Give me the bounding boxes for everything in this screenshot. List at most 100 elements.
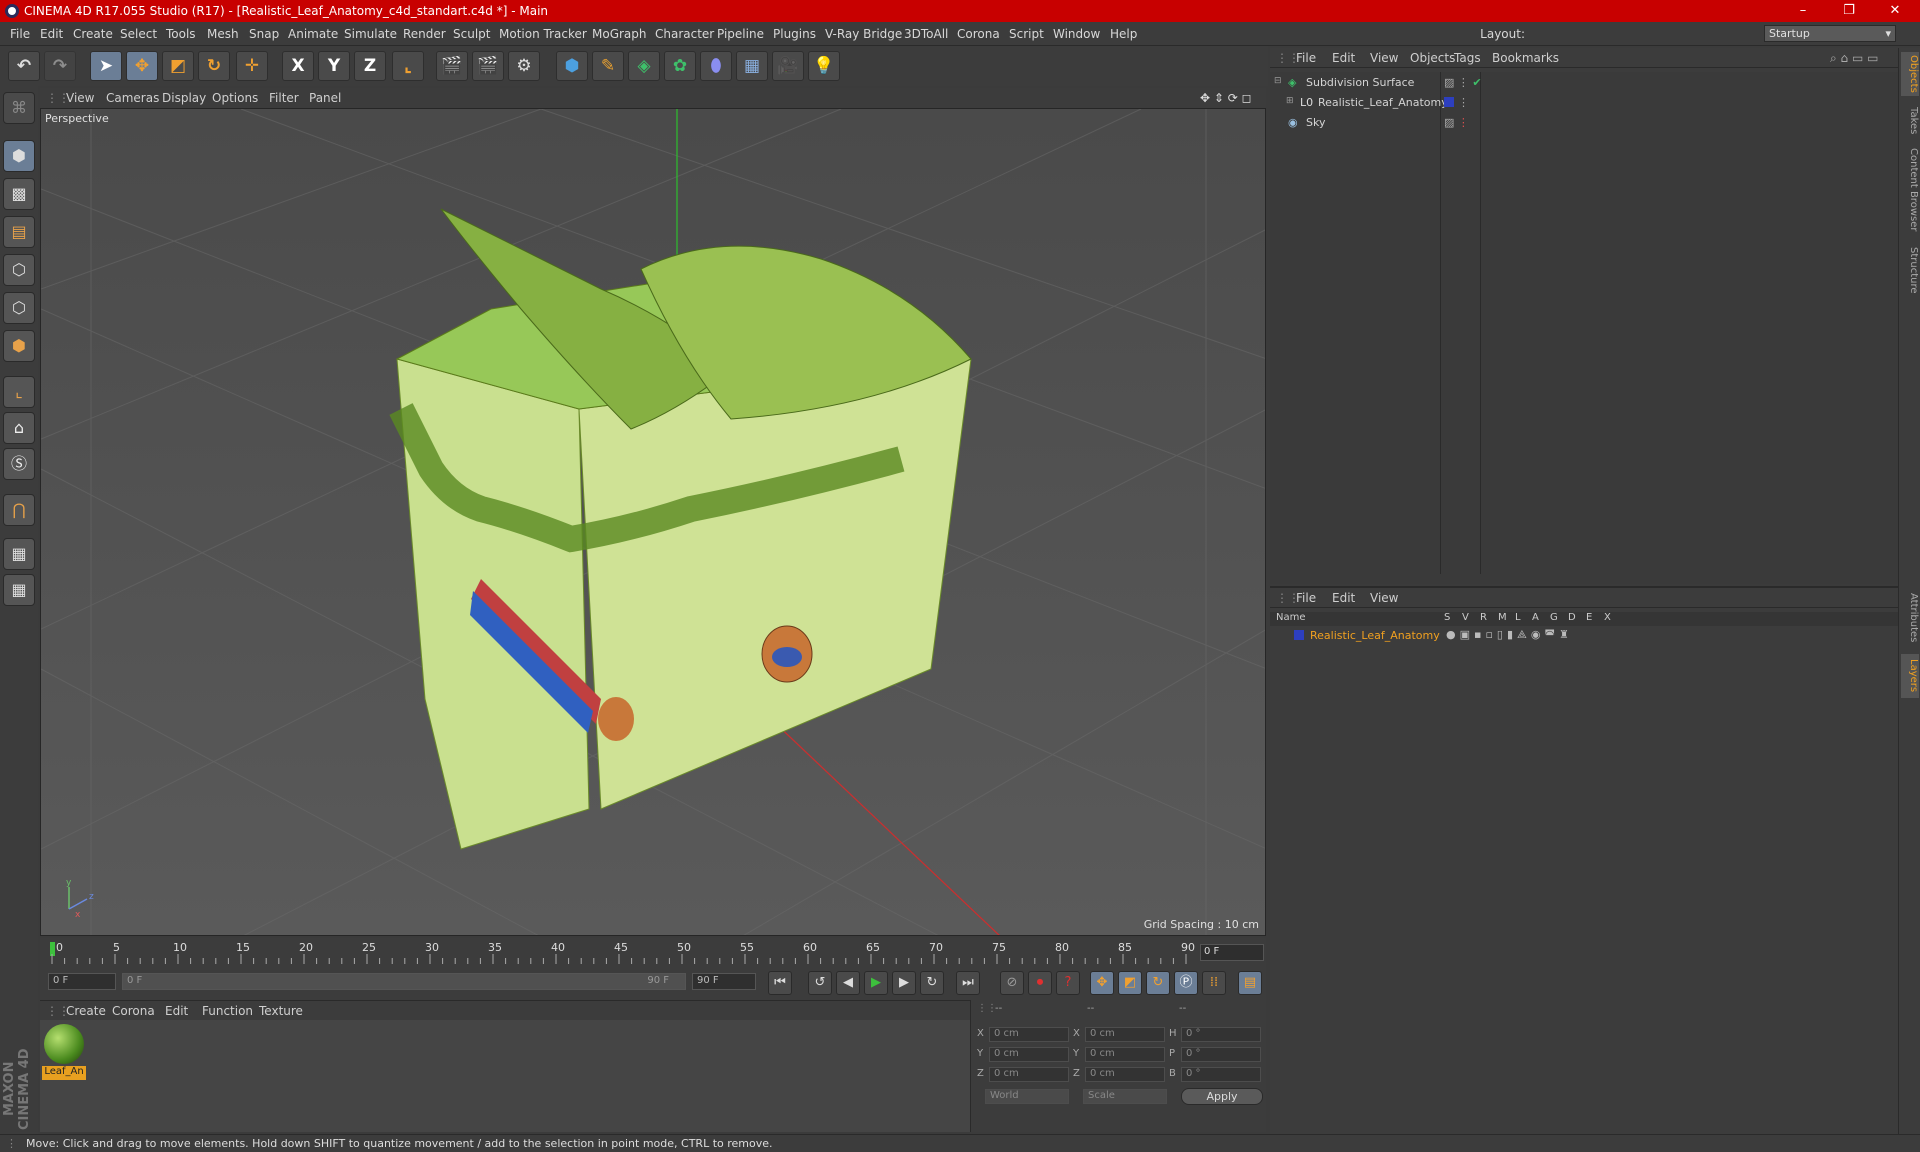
tab-objects[interactable]: Objects (1901, 52, 1919, 96)
key-scale-button[interactable]: ◩ (1118, 971, 1142, 995)
menu-motion-tracker[interactable]: Motion Tracker (499, 27, 587, 41)
size-y-field[interactable]: 0 cm (1085, 1047, 1165, 1062)
rot-b-field[interactable]: 0 ° (1181, 1067, 1261, 1082)
material-menu-texture[interactable]: Texture (259, 1004, 303, 1018)
key-position-button[interactable]: ✥ (1090, 971, 1114, 995)
layer-name[interactable]: Realistic_Leaf_Anatomy (1310, 629, 1440, 642)
layer-color-swatch[interactable] (1294, 630, 1304, 640)
menu-tools[interactable]: Tools (166, 27, 196, 41)
planar-workplane-button[interactable]: ▦ (3, 574, 35, 606)
menu-vray-bridge[interactable]: V-Ray Bridge (825, 27, 902, 41)
perspective-viewport[interactable]: y z x Perspective Grid Spacing : 10 cm (40, 108, 1266, 936)
recent-tool-button[interactable]: ✛ (236, 51, 268, 81)
start-frame-field[interactable]: 0 F (48, 973, 116, 990)
menu-plugins[interactable]: Plugins (773, 27, 816, 41)
viewport-menu-options[interactable]: Options (212, 91, 258, 105)
menu-select[interactable]: Select (120, 27, 157, 41)
material-item[interactable]: Leaf_An (42, 1022, 86, 1080)
menu-script[interactable]: Script (1009, 27, 1044, 41)
render-view-button[interactable]: 🎬 (436, 51, 468, 81)
points-mode-button[interactable]: ⬡ (3, 254, 35, 286)
key-rotation-button[interactable]: ↻ (1146, 971, 1170, 995)
pos-x-field[interactable]: 0 cm (989, 1027, 1069, 1042)
object-row[interactable]: ⊞ L0 Realistic_Leaf_Anatomy ⋮ (1270, 94, 1898, 112)
preview-range-slider[interactable]: 0 F 90 F (122, 973, 686, 990)
size-x-field[interactable]: 0 cm (1085, 1027, 1165, 1042)
expand-icon[interactable]: ⊞ (1286, 96, 1294, 106)
col-l[interactable]: L (1515, 612, 1521, 623)
om-search-icon[interactable]: ⌕ ⌂ ▭ ▭ (1830, 51, 1878, 66)
col-a[interactable]: A (1532, 612, 1539, 623)
tab-layers[interactable]: Layers (1901, 654, 1919, 698)
tab-attributes[interactable]: Attributes (1901, 588, 1919, 648)
material-menu-function[interactable]: Function (202, 1004, 253, 1018)
previous-frame-button[interactable]: ◀ (836, 971, 860, 995)
viewport-menu-display[interactable]: Display (162, 91, 206, 105)
z-axis-button[interactable]: Z (354, 51, 386, 81)
menu-window[interactable]: Window (1053, 27, 1100, 41)
scale-mode-select[interactable]: Scale (1083, 1089, 1167, 1104)
viewport-menu-filter[interactable]: Filter (269, 91, 299, 105)
deformer-button[interactable]: ⬮ (700, 51, 732, 81)
col-s[interactable]: S (1444, 612, 1450, 623)
subdivision-surface-button[interactable]: ◈ (628, 51, 660, 81)
col-m[interactable]: M (1498, 612, 1507, 623)
tab-content-browser[interactable]: Content Browser (1901, 144, 1919, 236)
coordinate-mode-select[interactable]: World (985, 1089, 1069, 1104)
menu-file[interactable]: File (10, 27, 30, 41)
undo-button[interactable]: ↶ (8, 51, 40, 81)
rotate-tool-button[interactable]: ↻ (198, 51, 230, 81)
tab-structure[interactable]: Structure (1901, 242, 1919, 298)
om-menu-objects[interactable]: Objects (1410, 51, 1455, 65)
om-menu-edit[interactable]: Edit (1332, 51, 1355, 65)
magnet-button[interactable]: ⋂ (3, 494, 35, 526)
col-g[interactable]: G (1550, 612, 1558, 623)
camera-button[interactable]: 🎥 (772, 51, 804, 81)
floor-button[interactable]: ▦ (736, 51, 768, 81)
object-row[interactable]: ◉ Sky ▨ ⋮ (1270, 114, 1898, 132)
x-axis-button[interactable]: X (282, 51, 314, 81)
object-name[interactable]: Sky (1306, 116, 1325, 129)
menu-mograph[interactable]: MoGraph (592, 27, 647, 41)
layer-color-swatch[interactable] (1444, 97, 1454, 107)
tweak-mode-button[interactable]: ⌂ (3, 412, 35, 444)
menu-mesh[interactable]: Mesh (207, 27, 239, 41)
object-name[interactable]: Subdivision Surface (1306, 76, 1414, 89)
col-r[interactable]: R (1480, 612, 1487, 623)
polygons-mode-button[interactable]: ⬢ (3, 330, 35, 362)
cloner-button[interactable]: ✿ (664, 51, 696, 81)
light-button[interactable]: 💡 (808, 51, 840, 81)
menu-snap[interactable]: Snap (249, 27, 279, 41)
material-menu-corona[interactable]: Corona (112, 1004, 155, 1018)
rot-h-field[interactable]: 0 ° (1181, 1027, 1261, 1042)
lm-menu-file[interactable]: File (1296, 591, 1316, 605)
menu-3dtoall[interactable]: 3DToAll (904, 27, 948, 41)
rot-p-field[interactable]: 0 ° (1181, 1047, 1261, 1062)
coordinate-system-button[interactable]: ⌞ (392, 51, 424, 81)
y-axis-button[interactable]: Y (318, 51, 350, 81)
layer-row[interactable]: Realistic_Leaf_Anatomy ●▣▪▫▯▮⟁◉◚♜ (1270, 628, 1898, 644)
next-frame-button[interactable]: ▶ (892, 971, 916, 995)
lock-workplane-button[interactable]: ▦ (3, 538, 35, 570)
pos-y-field[interactable]: 0 cm (989, 1047, 1069, 1062)
layer-flags-icons[interactable]: ●▣▪▫▯▮⟁◉◚♜ (1446, 628, 1573, 642)
visibility-dots-icon[interactable]: ⋮ (1458, 96, 1469, 109)
texture-mode-button[interactable]: ▩ (3, 178, 35, 210)
scale-tool-button[interactable]: ◩ (162, 51, 194, 81)
menu-help[interactable]: Help (1110, 27, 1137, 41)
object-row[interactable]: ⊟ ◈ Subdivision Surface ▨ ⋮ ✔ (1270, 74, 1898, 92)
size-z-field[interactable]: 0 cm (1085, 1067, 1165, 1082)
keyframe-selection-button[interactable]: ? (1056, 971, 1080, 995)
timeline-window-button[interactable]: ▤ (1238, 971, 1262, 995)
col-e[interactable]: E (1586, 612, 1592, 623)
material-menu-create[interactable]: Create (66, 1004, 106, 1018)
col-v[interactable]: V (1462, 612, 1469, 623)
object-tags-icon[interactable]: ▨ ⋮ ✔ (1444, 76, 1482, 89)
edges-mode-button[interactable]: ⬡ (3, 292, 35, 324)
menu-create[interactable]: Create (73, 27, 113, 41)
snap-button[interactable]: Ⓢ (3, 448, 35, 480)
menu-simulate[interactable]: Simulate (344, 27, 397, 41)
go-to-start-button[interactable]: ⏮ (768, 971, 792, 995)
lm-menu-view[interactable]: View (1370, 591, 1398, 605)
cube-object-button[interactable]: ⬢ (556, 51, 588, 81)
